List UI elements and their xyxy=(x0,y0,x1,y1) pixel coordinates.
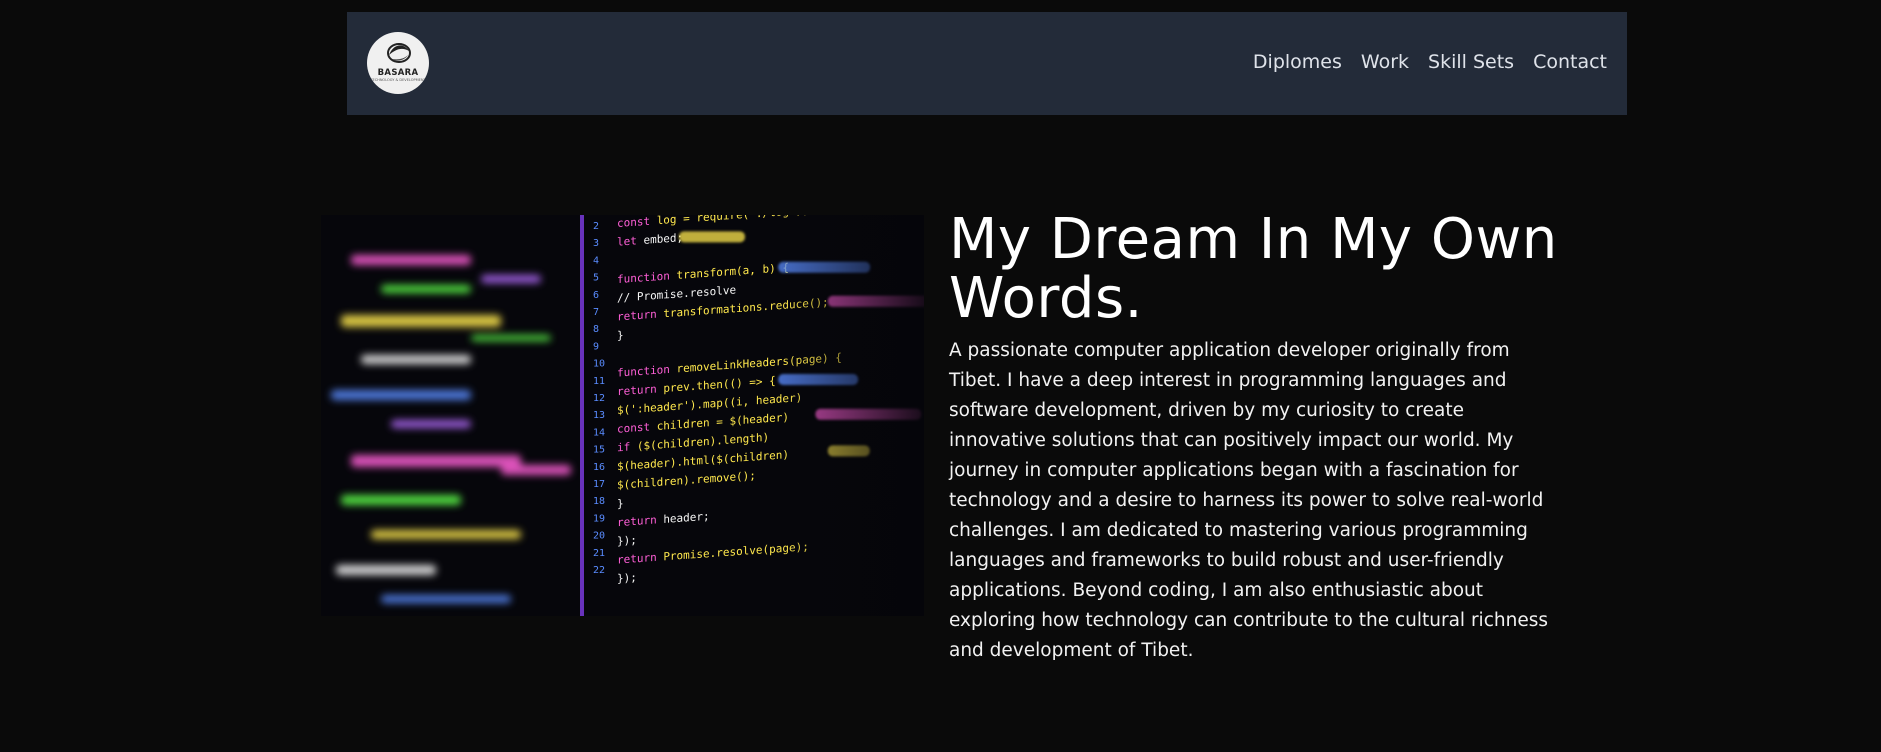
code-line: }); xyxy=(617,571,637,585)
code-line-number: 16 xyxy=(593,462,605,473)
code-line-number: 19 xyxy=(593,513,605,524)
code-line-number: 8 xyxy=(593,324,599,335)
editor-divider xyxy=(580,215,584,616)
code-highlight xyxy=(679,231,745,243)
code-line-number: 14 xyxy=(593,427,605,438)
code-screen-photo: 2const fetch = require('node-fetch');3co… xyxy=(321,215,924,616)
code-line-number: 10 xyxy=(593,359,605,370)
blurred-code-block xyxy=(331,390,471,400)
blurred-code-block xyxy=(351,455,521,467)
logo[interactable]: BASARA TECHNOLOGY & DEVELOPMENT xyxy=(367,32,429,94)
code-line-number: 22 xyxy=(593,565,605,576)
site-header: BASARA TECHNOLOGY & DEVELOPMENT Diplomes… xyxy=(347,12,1627,115)
code-line-number: 13 xyxy=(593,410,605,421)
code-line-number: 3 xyxy=(593,238,599,249)
code-line-number: 6 xyxy=(593,290,599,301)
nav-link-skill-sets[interactable]: Skill Sets xyxy=(1428,50,1514,76)
code-line-number: 17 xyxy=(593,479,605,490)
nav-link-work[interactable]: Work xyxy=(1361,50,1409,76)
blurred-code-block xyxy=(371,530,521,539)
code-line-number: 18 xyxy=(593,496,605,507)
blurred-code-block xyxy=(501,465,571,475)
code-line-number: 20 xyxy=(593,531,605,542)
code-line: } xyxy=(617,329,624,342)
code-line-number: 7 xyxy=(593,307,599,318)
code-line-number: 12 xyxy=(593,393,605,404)
code-screen-illustration: 2const fetch = require('node-fetch');3co… xyxy=(321,215,924,616)
blurred-code-block xyxy=(336,565,436,575)
nav-menu: Diplomes Work Skill Sets Contact xyxy=(1253,50,1607,76)
nav-link-contact[interactable]: Contact xyxy=(1533,50,1607,76)
blurred-code-block xyxy=(481,275,541,283)
code-line-number: 2 xyxy=(593,221,599,232)
code-line-number: 15 xyxy=(593,445,605,456)
blurred-code-block xyxy=(361,355,471,364)
blurred-code-block xyxy=(471,335,551,341)
blurred-code-block xyxy=(381,285,471,293)
blurred-code-block xyxy=(341,315,501,327)
page-title: My Dream In My Own Words. xyxy=(949,207,1558,331)
code-line-number: 9 xyxy=(593,341,599,352)
about-paragraph: A passionate computer application develo… xyxy=(949,340,1548,661)
code-line: } xyxy=(617,497,624,510)
code-line-number: 5 xyxy=(593,273,599,284)
code-line-number: 4 xyxy=(593,255,599,266)
blurred-code-block xyxy=(351,255,471,265)
basara-logo-icon xyxy=(387,43,411,63)
blurred-code-block xyxy=(391,420,471,428)
blurred-code-block xyxy=(381,595,511,603)
blurred-code-block xyxy=(341,495,461,505)
logo-tagline: TECHNOLOGY & DEVELOPMENT xyxy=(370,78,426,82)
code-line-number: 21 xyxy=(593,548,605,559)
logo-name: BASARA xyxy=(377,68,419,78)
nav-link-diplomes[interactable]: Diplomes xyxy=(1253,50,1342,76)
code-line-number: 11 xyxy=(593,376,605,387)
code-line: }); xyxy=(617,534,637,548)
